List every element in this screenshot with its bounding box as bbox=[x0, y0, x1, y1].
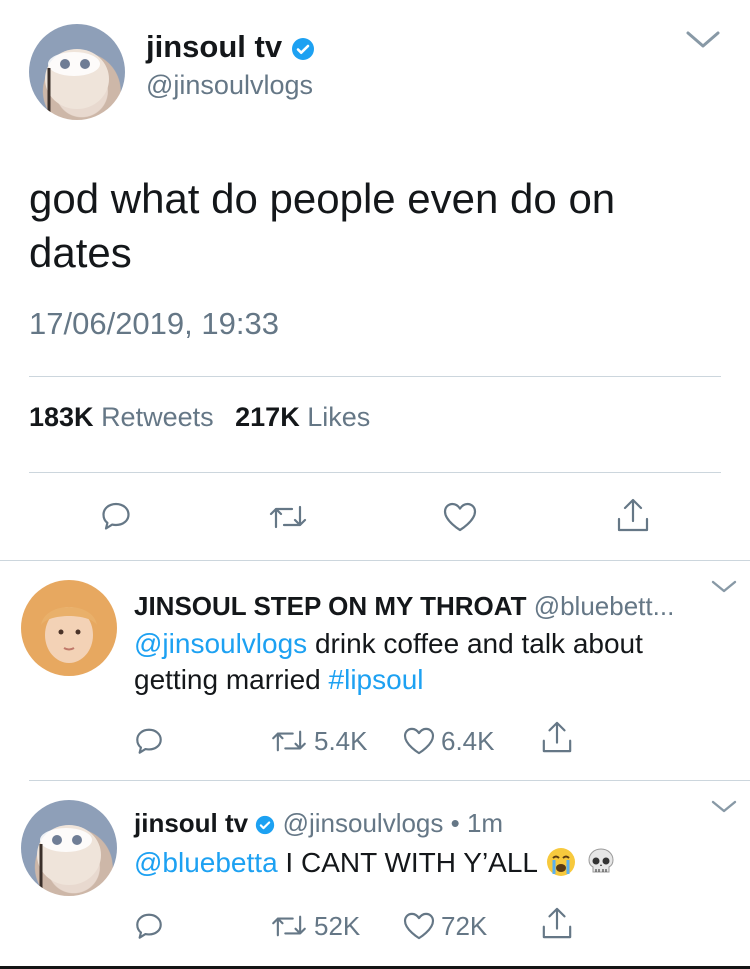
display-name[interactable]: jinsoul tv bbox=[146, 30, 315, 66]
reply-text-part: drink coffee and talk about bbox=[307, 628, 643, 659]
likes-count: 217K bbox=[235, 402, 300, 432]
display-name-text: jinsoul tv bbox=[146, 29, 283, 64]
share-icon[interactable] bbox=[541, 720, 573, 759]
share-icon[interactable] bbox=[541, 906, 573, 945]
tweet-timestamp: 17/06/2019, 19:33 bbox=[29, 306, 279, 341]
retweet-button[interactable]: 52K bbox=[270, 910, 360, 942]
likes-stat[interactable]: 217K Likes bbox=[235, 402, 370, 432]
like-count: 6.4K bbox=[441, 725, 495, 756]
retweets-stat[interactable]: 183K Retweets bbox=[29, 402, 214, 432]
user-handle[interactable]: @jinsoulvlogs bbox=[146, 70, 313, 100]
reply-text-part: I CANT WITH Y’ALL bbox=[277, 847, 537, 878]
tweet-text-line: god what do people even do on bbox=[29, 175, 616, 222]
heart-icon bbox=[403, 727, 435, 755]
user-handle[interactable]: @jinsoulvlogs bbox=[283, 808, 444, 838]
retweets-count: 183K bbox=[29, 402, 94, 432]
chevron-down-icon[interactable] bbox=[711, 800, 737, 819]
chevron-down-icon[interactable] bbox=[685, 30, 721, 55]
skull-emoji bbox=[585, 846, 617, 887]
retweet-icon[interactable] bbox=[268, 503, 308, 536]
reply-text: @jinsoulvlogs drink coffee and talk abou… bbox=[134, 626, 643, 698]
avatar[interactable] bbox=[29, 24, 125, 120]
verified-badge-icon bbox=[291, 32, 315, 66]
like-button[interactable]: 6.4K bbox=[403, 725, 495, 757]
tweet-text-line: dates bbox=[29, 229, 132, 276]
verified-badge-icon bbox=[255, 810, 275, 840]
divider bbox=[29, 780, 750, 781]
reply-text-part: getting married bbox=[134, 664, 329, 695]
retweets-label: Retweets bbox=[101, 402, 214, 432]
like-button[interactable]: 72K bbox=[403, 910, 487, 942]
likes-label: Likes bbox=[307, 402, 371, 432]
reply-icon[interactable] bbox=[134, 726, 164, 761]
display-name[interactable]: JINSOUL STEP ON MY THROAT bbox=[134, 591, 526, 621]
crying-face-emoji bbox=[545, 846, 577, 887]
retweet-icon bbox=[272, 730, 306, 752]
retweet-button[interactable]: 5.4K bbox=[270, 725, 368, 757]
retweet-count: 5.4K bbox=[314, 725, 368, 756]
tweet-stats: 183K Retweets 217K Likes bbox=[29, 401, 370, 433]
avatar[interactable] bbox=[21, 580, 117, 676]
chevron-down-icon[interactable] bbox=[711, 580, 737, 599]
reply-text: @bluebetta I CANT WITH Y’ALL bbox=[134, 845, 617, 887]
reply-icon[interactable] bbox=[100, 500, 132, 537]
avatar[interactable] bbox=[21, 800, 117, 896]
mention-link[interactable]: @bluebetta bbox=[134, 847, 278, 878]
divider bbox=[29, 472, 721, 473]
hashtag-link[interactable]: #lipsoul bbox=[329, 664, 424, 695]
user-handle[interactable]: @bluebett... bbox=[534, 591, 675, 621]
reply-icon[interactable] bbox=[134, 911, 164, 946]
retweet-icon bbox=[272, 915, 306, 937]
heart-icon[interactable] bbox=[443, 502, 477, 537]
mention-link[interactable]: @jinsoulvlogs bbox=[134, 628, 307, 659]
reply-header: jinsoul tv @jinsoulvlogs • 1m bbox=[134, 808, 503, 840]
heart-icon bbox=[403, 912, 435, 940]
like-count: 72K bbox=[441, 910, 488, 941]
retweet-count: 52K bbox=[314, 910, 361, 941]
divider bbox=[29, 376, 721, 377]
tweet-time: • 1m bbox=[443, 808, 504, 838]
reply-header: JINSOUL STEP ON MY THROAT @bluebett... bbox=[134, 591, 674, 621]
divider bbox=[0, 560, 750, 561]
display-name[interactable]: jinsoul tv bbox=[134, 808, 248, 838]
share-icon[interactable] bbox=[616, 497, 650, 538]
tweet-text: god what do people even do on dates bbox=[29, 172, 615, 280]
